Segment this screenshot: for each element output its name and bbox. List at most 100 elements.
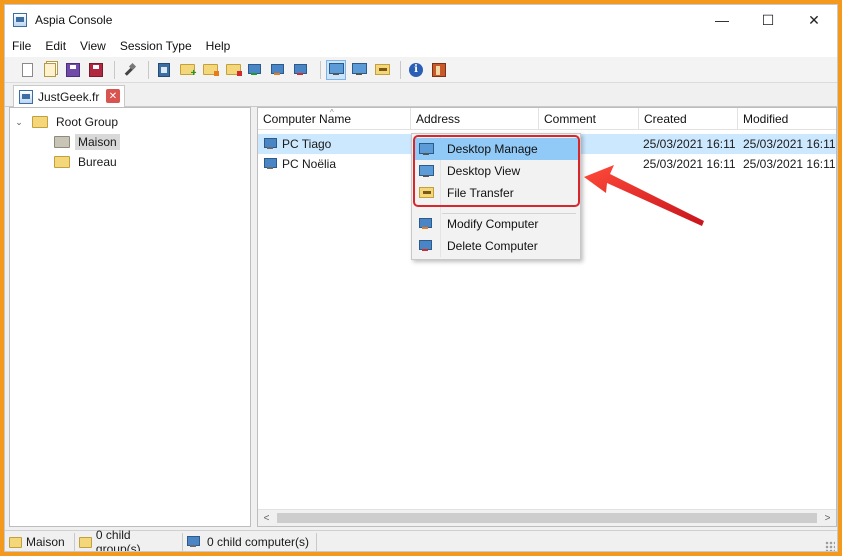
tab-strip: JustGeek.fr ✕ — [5, 83, 837, 107]
folder-icon — [54, 136, 70, 148]
menu-item-label: Modify Computer — [447, 217, 539, 231]
toolbar-separator — [148, 60, 149, 79]
scroll-left-icon[interactable]: < — [258, 510, 275, 526]
column-header-comment[interactable]: Comment — [539, 108, 639, 130]
cell-created: 25/03/2021 16:11 — [643, 137, 736, 151]
desktop-manage-icon — [328, 63, 344, 76]
save-as-icon — [89, 62, 103, 77]
group-properties-button[interactable] — [154, 60, 174, 80]
column-header-address[interactable]: Address — [411, 108, 539, 130]
cell-modified: 25/03/2021 16:11 — [743, 157, 836, 171]
tree-item-maison[interactable]: Maison — [54, 132, 120, 152]
tree-item-label: Root Group — [56, 115, 119, 129]
status-current-group: Maison — [5, 532, 75, 551]
cell-computer-name: PC Noëlia — [282, 157, 337, 171]
folder-icon — [32, 116, 48, 128]
delete-computer-icon — [294, 63, 310, 76]
open-file-button[interactable] — [40, 60, 60, 80]
toolbar-separator — [320, 60, 321, 79]
menu-item-desktop-manage[interactable]: Desktop Manage — [414, 138, 578, 160]
list-header: Computer Name ^ Address Comment Created … — [258, 108, 836, 130]
modify-computer-icon — [271, 63, 287, 76]
menu-item-desktop-view[interactable]: Desktop View — [414, 160, 578, 182]
connect-button[interactable] — [120, 60, 140, 80]
save-icon — [66, 62, 80, 77]
computer-icon — [187, 536, 203, 548]
column-header-created[interactable]: Created — [639, 108, 738, 130]
menu-item-modify-computer[interactable]: Modify Computer — [414, 213, 578, 235]
cell-computer-name: PC Tiago — [282, 137, 332, 151]
app-icon — [13, 13, 27, 27]
save-as-button[interactable] — [86, 60, 106, 80]
tab-justgeek[interactable]: JustGeek.fr ✕ — [13, 85, 125, 107]
menu-item-label: Desktop View — [447, 164, 521, 178]
exit-icon — [432, 62, 446, 77]
column-header-computer-name[interactable]: Computer Name ^ — [258, 108, 411, 130]
computer-group-properties-icon — [158, 62, 170, 77]
tab-label: JustGeek.fr — [38, 89, 100, 104]
tree-item-root-group[interactable]: ⌄ Root Group — [14, 112, 121, 132]
menu-item-file-transfer[interactable]: File Transfer — [414, 182, 578, 204]
horizontal-scrollbar[interactable]: < > — [258, 509, 836, 526]
modify-group-icon — [202, 64, 219, 76]
modify-computer-icon — [419, 218, 435, 230]
annotation-arrow-icon — [584, 165, 704, 226]
group-tree: ⌄ Root Group Maison Bureau — [9, 107, 251, 527]
menu-bar: File Edit View Session Type Help — [5, 35, 837, 57]
file-transfer-button[interactable] — [372, 60, 392, 80]
add-computer-button[interactable] — [246, 60, 266, 80]
folder-icon — [79, 536, 92, 548]
delete-group-icon — [225, 64, 242, 76]
about-button[interactable]: i — [406, 60, 426, 80]
menu-help[interactable]: Help — [199, 35, 238, 57]
new-file-button[interactable] — [17, 60, 37, 80]
status-group-label: Maison — [26, 535, 65, 549]
menu-edit[interactable]: Edit — [38, 35, 73, 57]
menu-session-type[interactable]: Session Type — [113, 35, 199, 57]
window-controls: — ☐ ✕ — [699, 5, 837, 35]
desktop-view-button[interactable] — [349, 60, 369, 80]
status-child-computers: 0 child computer(s) — [183, 532, 317, 551]
delete-group-button[interactable] — [223, 60, 243, 80]
toolbar-separator — [114, 60, 115, 79]
status-child-groups-label: 0 child group(s) — [95, 528, 141, 552]
modify-computer-button[interactable] — [269, 60, 289, 80]
resize-grip-icon[interactable] — [825, 541, 835, 551]
save-button[interactable] — [63, 60, 83, 80]
add-group-icon — [179, 64, 196, 79]
menu-file[interactable]: File — [5, 35, 38, 57]
add-computer-icon — [248, 63, 264, 76]
aspia-console-window: Aspia Console — ☐ ✕ File Edit View Sessi… — [4, 4, 838, 552]
menu-item-label: Delete Computer — [447, 239, 538, 253]
close-button[interactable]: ✕ — [791, 5, 837, 35]
open-file-icon — [44, 62, 56, 77]
column-header-modified[interactable]: Modified — [738, 108, 836, 130]
maximize-button[interactable]: ☐ — [745, 5, 791, 35]
tab-close-icon[interactable]: ✕ — [106, 89, 120, 103]
tree-item-label: Maison — [75, 134, 120, 150]
about-icon: i — [409, 62, 423, 77]
menu-item-delete-computer[interactable]: Delete Computer — [414, 235, 578, 257]
exit-button[interactable] — [429, 60, 449, 80]
modify-group-button[interactable] — [200, 60, 220, 80]
toolbar-separator — [400, 60, 401, 79]
desktop-view-icon — [351, 63, 367, 76]
minimize-button[interactable]: — — [699, 5, 745, 35]
status-bar: Maison 0 child group(s) 0 child computer… — [5, 528, 837, 551]
title-bar[interactable]: Aspia Console — ☐ ✕ — [5, 5, 837, 35]
cell-modified: 25/03/2021 16:11 — [743, 137, 836, 151]
delete-computer-button[interactable] — [292, 60, 312, 80]
collapse-icon[interactable]: ⌄ — [14, 117, 24, 127]
toolbar: i — [5, 57, 837, 83]
scroll-right-icon[interactable]: > — [819, 510, 836, 526]
desktop-manage-icon — [419, 143, 434, 156]
status-child-groups: 0 child group(s) — [75, 528, 183, 551]
folder-icon — [9, 536, 22, 548]
new-file-icon — [21, 62, 33, 77]
menu-view[interactable]: View — [73, 35, 113, 57]
desktop-manage-button[interactable] — [326, 59, 346, 80]
scroll-thumb[interactable] — [277, 513, 817, 523]
tree-item-bureau[interactable]: Bureau — [54, 152, 120, 172]
add-group-button[interactable] — [177, 60, 197, 80]
tree-item-label: Bureau — [78, 155, 117, 169]
